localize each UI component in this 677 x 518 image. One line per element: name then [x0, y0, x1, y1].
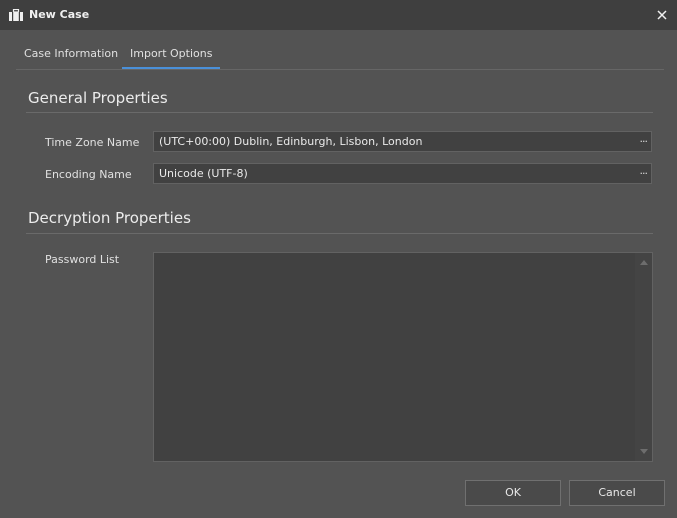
- decryption-properties-heading: Decryption Properties: [28, 209, 191, 227]
- tab-case-information[interactable]: Case Information: [16, 40, 126, 68]
- briefcase-icon: [9, 9, 23, 21]
- section-divider: [26, 233, 653, 234]
- time-zone-browse-button[interactable]: ···: [640, 132, 648, 151]
- close-icon: [657, 10, 667, 20]
- encoding-label: Encoding Name: [45, 168, 132, 181]
- general-properties-heading: General Properties: [28, 89, 168, 107]
- title-bar: New Case: [0, 0, 677, 30]
- time-zone-value: (UTC+00:00) Dublin, Edinburgh, Lisbon, L…: [159, 135, 423, 148]
- section-divider: [26, 112, 653, 113]
- encoding-browse-button[interactable]: ···: [640, 164, 648, 183]
- encoding-value: Unicode (UTF-8): [159, 167, 248, 180]
- encoding-field[interactable]: Unicode (UTF-8) ···: [153, 163, 652, 184]
- close-button[interactable]: [647, 0, 677, 30]
- password-list-field[interactable]: [153, 252, 653, 462]
- time-zone-label: Time Zone Name: [45, 136, 140, 149]
- cancel-button[interactable]: Cancel: [569, 480, 665, 506]
- password-list-label: Password List: [45, 253, 120, 266]
- time-zone-field[interactable]: (UTC+00:00) Dublin, Edinburgh, Lisbon, L…: [153, 131, 652, 152]
- tab-import-options[interactable]: Import Options: [122, 40, 221, 69]
- window-title: New Case: [29, 8, 90, 21]
- scroll-up-icon[interactable]: [640, 260, 648, 265]
- password-list-scrollbar[interactable]: [635, 253, 652, 461]
- ok-button[interactable]: OK: [465, 480, 561, 506]
- scroll-down-icon[interactable]: [640, 449, 648, 454]
- tab-bar: Case Information Import Options: [16, 40, 664, 70]
